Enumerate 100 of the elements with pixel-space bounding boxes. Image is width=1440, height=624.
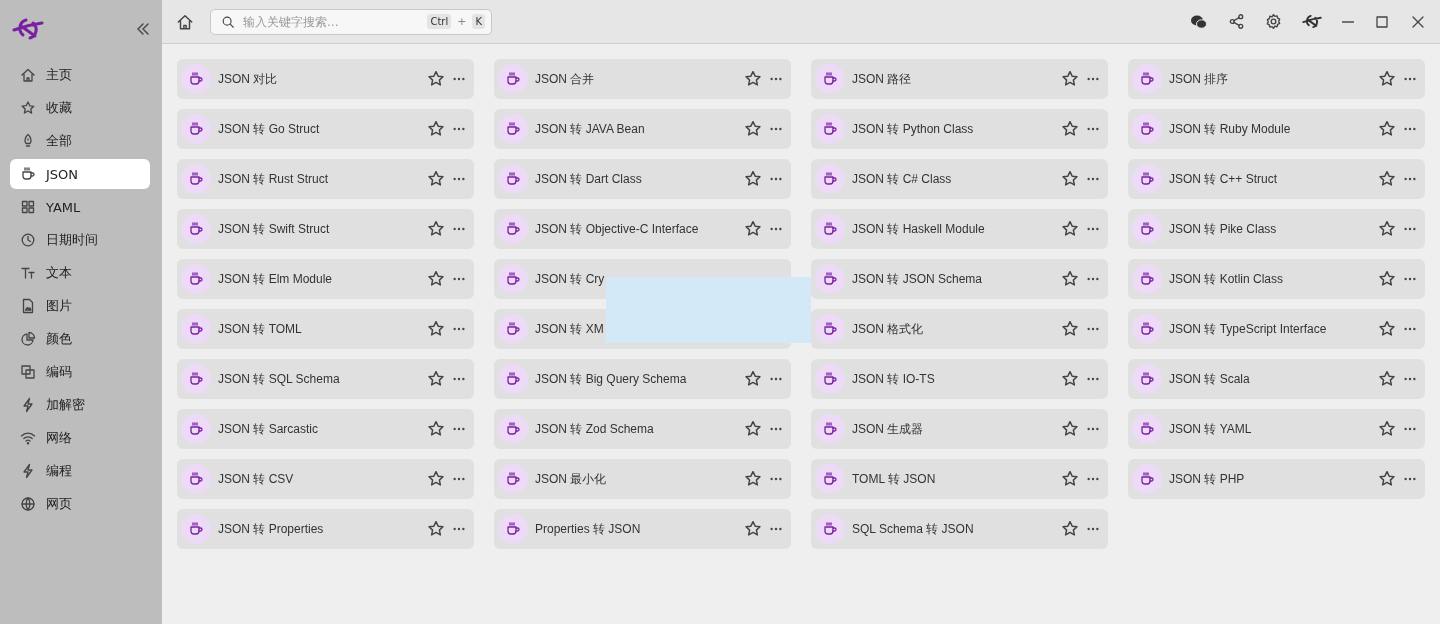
- tool-card[interactable]: JSON 转 Ruby Module: [1128, 109, 1425, 149]
- star-button[interactable]: [1061, 470, 1079, 488]
- star-button[interactable]: [1061, 420, 1079, 438]
- tool-card[interactable]: JSON 合并: [494, 59, 791, 99]
- tool-title: JSON 转 Kotlin Class: [1169, 270, 1285, 288]
- tool-card[interactable]: JSON 转 Big Query Schema: [494, 359, 791, 399]
- star-button[interactable]: [1061, 170, 1079, 188]
- star-button[interactable]: [744, 170, 762, 188]
- tool-card[interactable]: JSON 转 YAML: [1128, 409, 1425, 449]
- tool-card[interactable]: JSON 生成器: [811, 409, 1108, 449]
- tool-card[interactable]: JSON 路径: [811, 59, 1108, 99]
- tool-card[interactable]: JSON 转 Rust Struct: [177, 159, 474, 199]
- tool-card[interactable]: SQL Schema 转 JSON: [811, 509, 1108, 549]
- sidebar-item[interactable]: 编码: [10, 357, 150, 387]
- star-button[interactable]: [744, 220, 762, 238]
- star-button[interactable]: [427, 70, 445, 88]
- star-button[interactable]: [427, 170, 445, 188]
- star-button[interactable]: [427, 270, 445, 288]
- sidebar-item[interactable]: YAML: [10, 192, 150, 222]
- star-button[interactable]: [1061, 70, 1079, 88]
- tool-card[interactable]: JSON 对比: [177, 59, 474, 99]
- sidebar-item[interactable]: 编程: [10, 456, 150, 486]
- tool-card[interactable]: JSON 转 JSON Schema: [811, 259, 1108, 299]
- star-button[interactable]: [427, 120, 445, 138]
- star-button[interactable]: [1061, 120, 1079, 138]
- star-button[interactable]: [1378, 170, 1396, 188]
- tool-card[interactable]: JSON 转 PHP: [1128, 459, 1425, 499]
- sidebar-item[interactable]: JSON: [10, 159, 150, 189]
- star-button[interactable]: [1061, 270, 1079, 288]
- search-field[interactable]: 输入关键字搜索... Ctrl + K: [210, 8, 492, 35]
- sidebar-item[interactable]: 全部: [10, 126, 150, 156]
- cup-icon: [188, 71, 204, 87]
- star-button[interactable]: [1061, 370, 1079, 388]
- star-button[interactable]: [744, 420, 762, 438]
- tool-card[interactable]: JSON 转 Swift Struct: [177, 209, 474, 249]
- tool-card[interactable]: JSON 格式化: [811, 309, 1108, 349]
- tool-card[interactable]: JSON 转 Python Class: [811, 109, 1108, 149]
- star-button[interactable]: [744, 120, 762, 138]
- star-button[interactable]: [1378, 370, 1396, 388]
- star-button[interactable]: [1378, 70, 1396, 88]
- tool-card[interactable]: JSON 转 Dart Class: [494, 159, 791, 199]
- sidebar-item[interactable]: 颜色: [10, 324, 150, 354]
- star-button[interactable]: [1061, 320, 1079, 338]
- tool-title: JSON 转 Scala: [1169, 370, 1251, 388]
- star-button[interactable]: [427, 420, 445, 438]
- tool-card[interactable]: JSON 转 SQL Schema: [177, 359, 474, 399]
- tool-card[interactable]: JSON 排序: [1128, 59, 1425, 99]
- star-button[interactable]: [1061, 220, 1079, 238]
- tool-card[interactable]: Properties 转 JSON: [494, 509, 791, 549]
- tool-card[interactable]: JSON 转 C++ Struct: [1128, 159, 1425, 199]
- cup-icon: [188, 271, 204, 287]
- star-button[interactable]: [427, 370, 445, 388]
- sidebar-item[interactable]: 主页: [10, 60, 150, 90]
- star-button[interactable]: [1378, 120, 1396, 138]
- star-button[interactable]: [744, 470, 762, 488]
- tool-card[interactable]: JSON 转 IO-TS: [811, 359, 1108, 399]
- star-button[interactable]: [1378, 320, 1396, 338]
- star-button[interactable]: [744, 520, 762, 538]
- star-button[interactable]: [1378, 420, 1396, 438]
- sidebar-item[interactable]: 文本: [10, 258, 150, 288]
- cup-icon: [822, 121, 838, 137]
- sidebar-item[interactable]: 网页: [10, 489, 150, 519]
- tool-card[interactable]: JSON 转 Zod Schema: [494, 409, 791, 449]
- sidebar-item[interactable]: 图片: [10, 291, 150, 321]
- star-button[interactable]: [427, 320, 445, 338]
- star-button[interactable]: [427, 470, 445, 488]
- tool-card[interactable]: JSON 转 Sarcastic: [177, 409, 474, 449]
- tool-card[interactable]: JSON 转 Elm Module: [177, 259, 474, 299]
- sidebar-item[interactable]: 收藏: [10, 93, 150, 123]
- star-button[interactable]: [1378, 270, 1396, 288]
- tool-card[interactable]: JSON 转 Haskell Module: [811, 209, 1108, 249]
- star-button[interactable]: [427, 220, 445, 238]
- star-button[interactable]: [744, 370, 762, 388]
- tool-card[interactable]: JSON 转 Scala: [1128, 359, 1425, 399]
- tool-card[interactable]: JSON 转 TOML: [177, 309, 474, 349]
- star-button[interactable]: [744, 70, 762, 88]
- tool-card[interactable]: JSON 转 Pike Class: [1128, 209, 1425, 249]
- tool-title: JSON 转 PHP: [1169, 470, 1246, 488]
- sidebar-item[interactable]: 加解密: [10, 390, 150, 420]
- grid-icon: [20, 199, 36, 215]
- tool-card[interactable]: TOML 转 JSON: [811, 459, 1108, 499]
- tool-card[interactable]: JSON 转 JAVA Bean: [494, 109, 791, 149]
- tool-card[interactable]: JSON 转 TypeScript Interface: [1128, 309, 1425, 349]
- sidebar-item[interactable]: 网络: [10, 423, 150, 453]
- cup-icon: [822, 271, 838, 287]
- tool-card[interactable]: JSON 转 Go Struct: [177, 109, 474, 149]
- star-button[interactable]: [1378, 470, 1396, 488]
- star-button[interactable]: [427, 520, 445, 538]
- tool-card[interactable]: JSON 转 Properties: [177, 509, 474, 549]
- tool-card[interactable]: JSON 转 Objective-C Interface: [494, 209, 791, 249]
- cup-icon: [822, 421, 838, 437]
- tool-card[interactable]: JSON 最小化: [494, 459, 791, 499]
- tool-card[interactable]: JSON 转 Kotlin Class: [1128, 259, 1425, 299]
- tool-card[interactable]: JSON 转 C# Class: [811, 159, 1108, 199]
- star-button[interactable]: [1378, 220, 1396, 238]
- sidebar-item[interactable]: 日期时间: [10, 225, 150, 255]
- star-button[interactable]: [1061, 520, 1079, 538]
- tool-card[interactable]: JSON 转 CSV: [177, 459, 474, 499]
- search-input[interactable]: 输入关键字搜索...: [241, 13, 422, 30]
- tool-title: JSON 转 TypeScript Interface: [1169, 320, 1328, 338]
